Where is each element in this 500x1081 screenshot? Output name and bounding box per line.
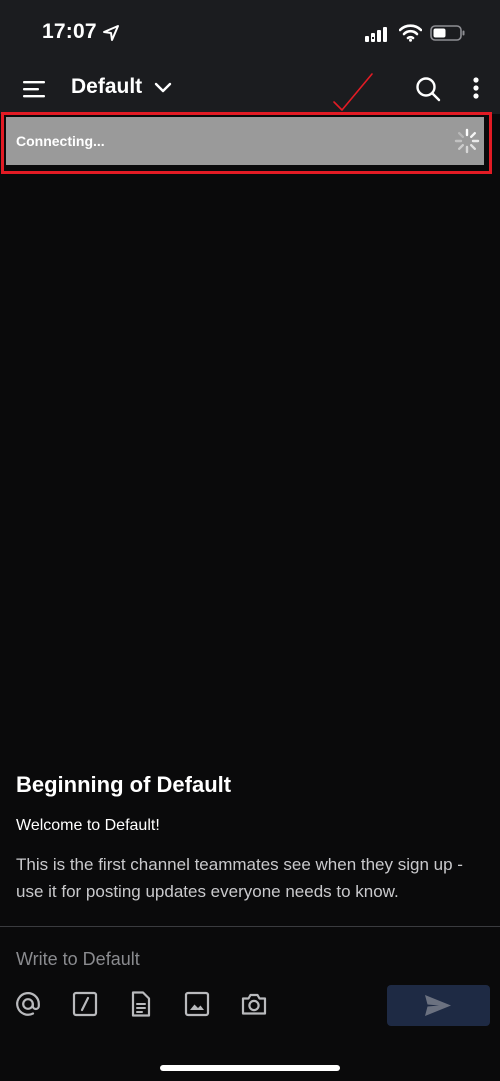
send-button[interactable] bbox=[387, 985, 490, 1026]
annotation-highlight-box bbox=[1, 112, 492, 174]
at-mention-icon[interactable] bbox=[14, 990, 42, 1018]
send-icon bbox=[425, 995, 451, 1016]
location-arrow-icon bbox=[103, 25, 119, 41]
status-bar: 17:07 bbox=[0, 0, 500, 66]
mobile-screen: 17:07 Default Connecting... Beginning of… bbox=[0, 0, 500, 1081]
search-icon[interactable] bbox=[414, 75, 442, 103]
status-time: 17:07 bbox=[42, 20, 97, 43]
more-vertical-icon[interactable] bbox=[466, 74, 486, 104]
channel-header: Default bbox=[0, 66, 500, 114]
channel-intro-welcome: Welcome to Default! bbox=[16, 817, 160, 834]
channel-intro-title: Beginning of Default bbox=[16, 772, 232, 797]
annotation-checkmark-icon bbox=[333, 73, 373, 111]
chevron-down-icon[interactable] bbox=[153, 78, 173, 98]
battery-icon bbox=[430, 25, 465, 41]
channel-intro-description: This is the first channel teammates see … bbox=[16, 855, 463, 901]
menu-icon[interactable] bbox=[20, 76, 50, 102]
wifi-icon bbox=[399, 24, 422, 42]
file-attachment-icon[interactable] bbox=[127, 990, 155, 1018]
channel-title[interactable]: Default bbox=[71, 75, 142, 99]
composer-divider bbox=[0, 926, 500, 927]
image-icon[interactable] bbox=[183, 990, 211, 1018]
slash-command-icon[interactable] bbox=[71, 990, 99, 1018]
message-input[interactable] bbox=[16, 947, 416, 971]
cellular-signal-icon bbox=[365, 27, 387, 42]
home-indicator bbox=[160, 1065, 340, 1071]
camera-icon[interactable] bbox=[240, 990, 268, 1018]
